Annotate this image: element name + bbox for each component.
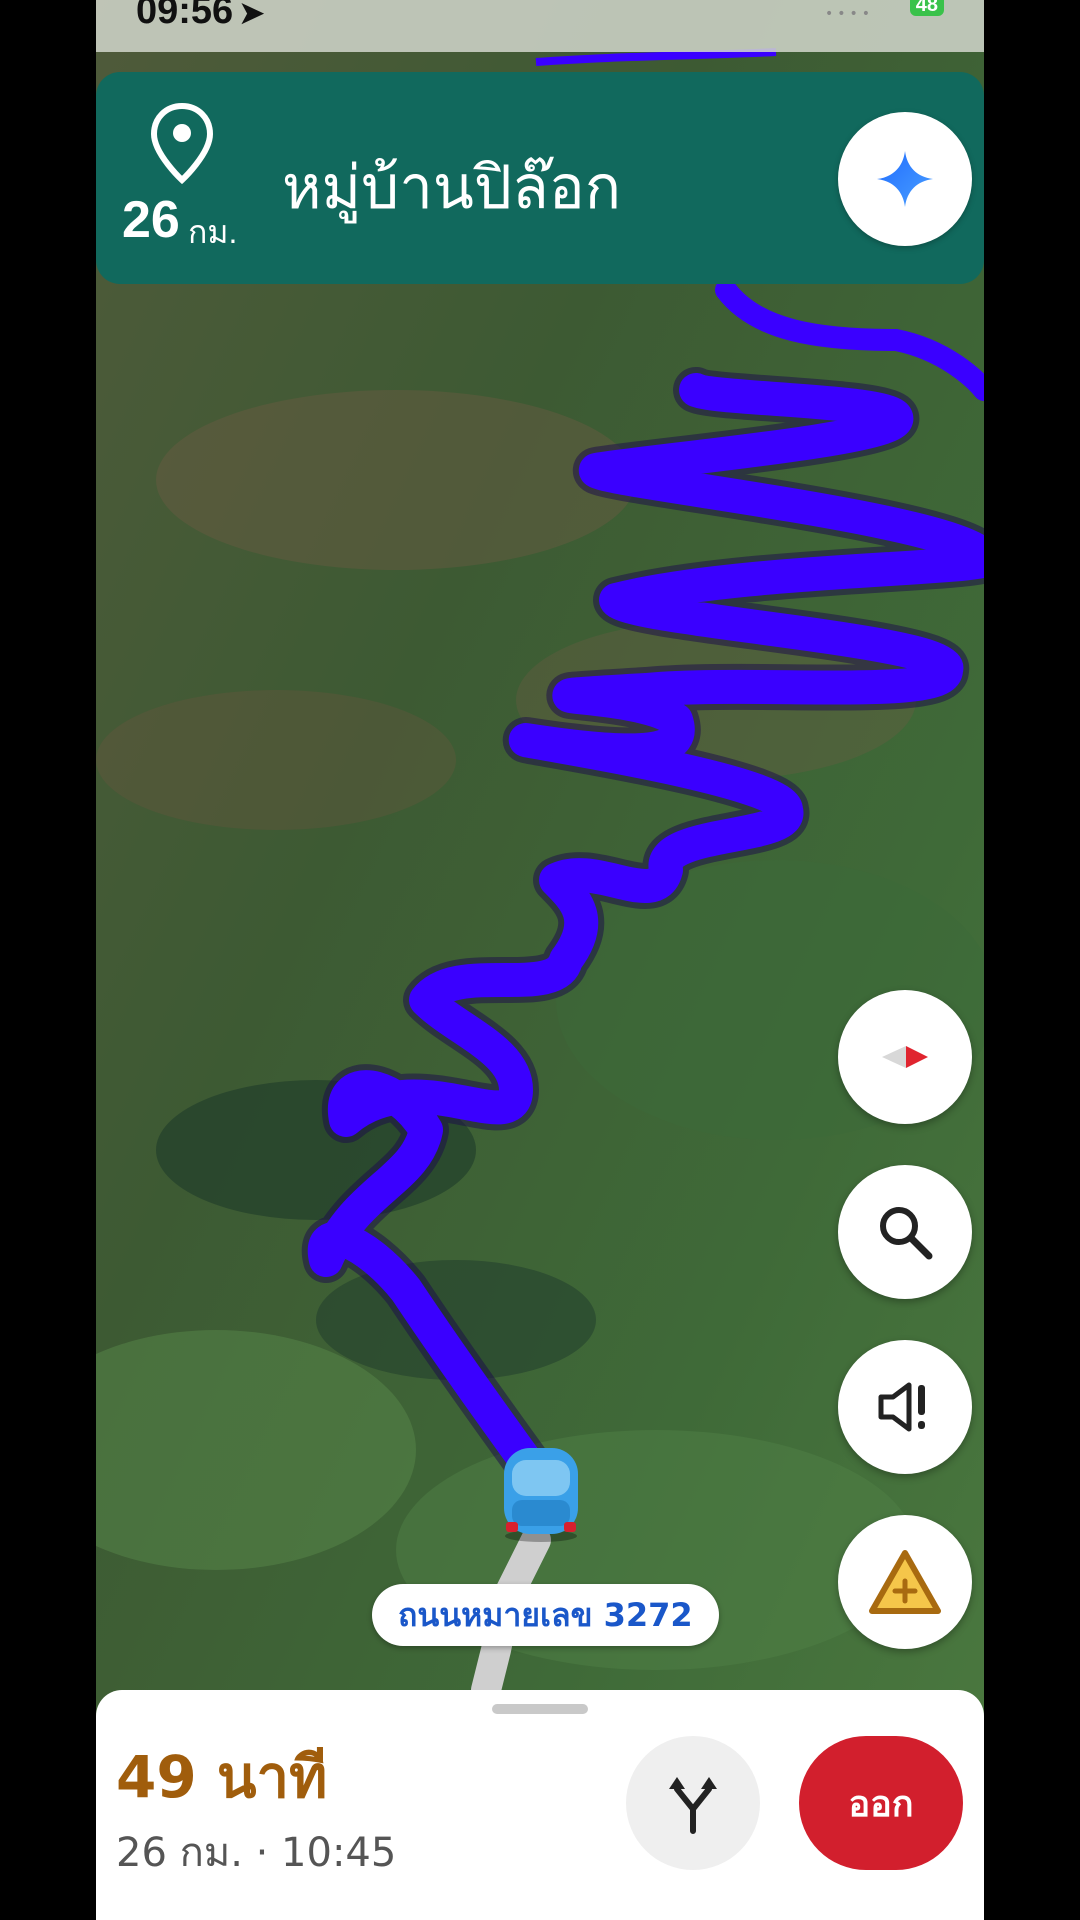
drag-handle[interactable] (492, 1704, 588, 1714)
status-bar: 09:56 ➤ •••• 48 (96, 0, 984, 52)
add-report-icon (869, 1550, 941, 1614)
search-button[interactable] (838, 1165, 972, 1299)
compass-button[interactable] (838, 990, 972, 1124)
add-report-button[interactable] (838, 1515, 972, 1649)
status-time: 09:56 ➤ (136, 0, 264, 33)
search-icon (880, 1207, 933, 1260)
compass-icon (882, 1046, 928, 1068)
car-position-icon (504, 1448, 578, 1542)
sound-alert-button[interactable] (838, 1340, 972, 1474)
distance-value: 26 (122, 191, 180, 249)
distance-unit: กม. (188, 214, 238, 250)
battery-indicator: 48 (909, 0, 944, 16)
current-road-label: ถนนหมายเลข 3272 (372, 1584, 719, 1646)
location-pin-icon (150, 102, 214, 184)
gemini-sparkle-icon (877, 151, 933, 207)
location-arrow-icon: ➤ (239, 0, 265, 30)
terrain-patch (156, 390, 636, 570)
alternate-routes-button[interactable] (626, 1736, 760, 1870)
sound-alert-icon (878, 1382, 925, 1432)
eta-duration: 49 นาที (116, 1743, 328, 1811)
route-fork-icon (669, 1777, 717, 1834)
status-time-text: 09:56 (136, 0, 234, 32)
destination-name: หมู่บ้านปิล๊อก (282, 153, 622, 223)
eta-details: 26 กม. · 10:45 (116, 1830, 397, 1876)
phone-screen: 09:56 ➤ •••• 48 26 กม. หมู่บ้านปิล๊อก ถน… (96, 0, 984, 1920)
trip-summary-sheet[interactable]: 49 นาที 26 กม. · 10:45 ออก (96, 1690, 984, 1920)
gemini-button[interactable] (838, 112, 972, 246)
terrain-patch (96, 690, 456, 830)
signal-icon: •••• (824, 6, 874, 22)
navigation-header[interactable]: 26 กม. หมู่บ้านปิล๊อก (96, 72, 984, 284)
exit-navigation-button[interactable]: ออก (799, 1736, 963, 1870)
